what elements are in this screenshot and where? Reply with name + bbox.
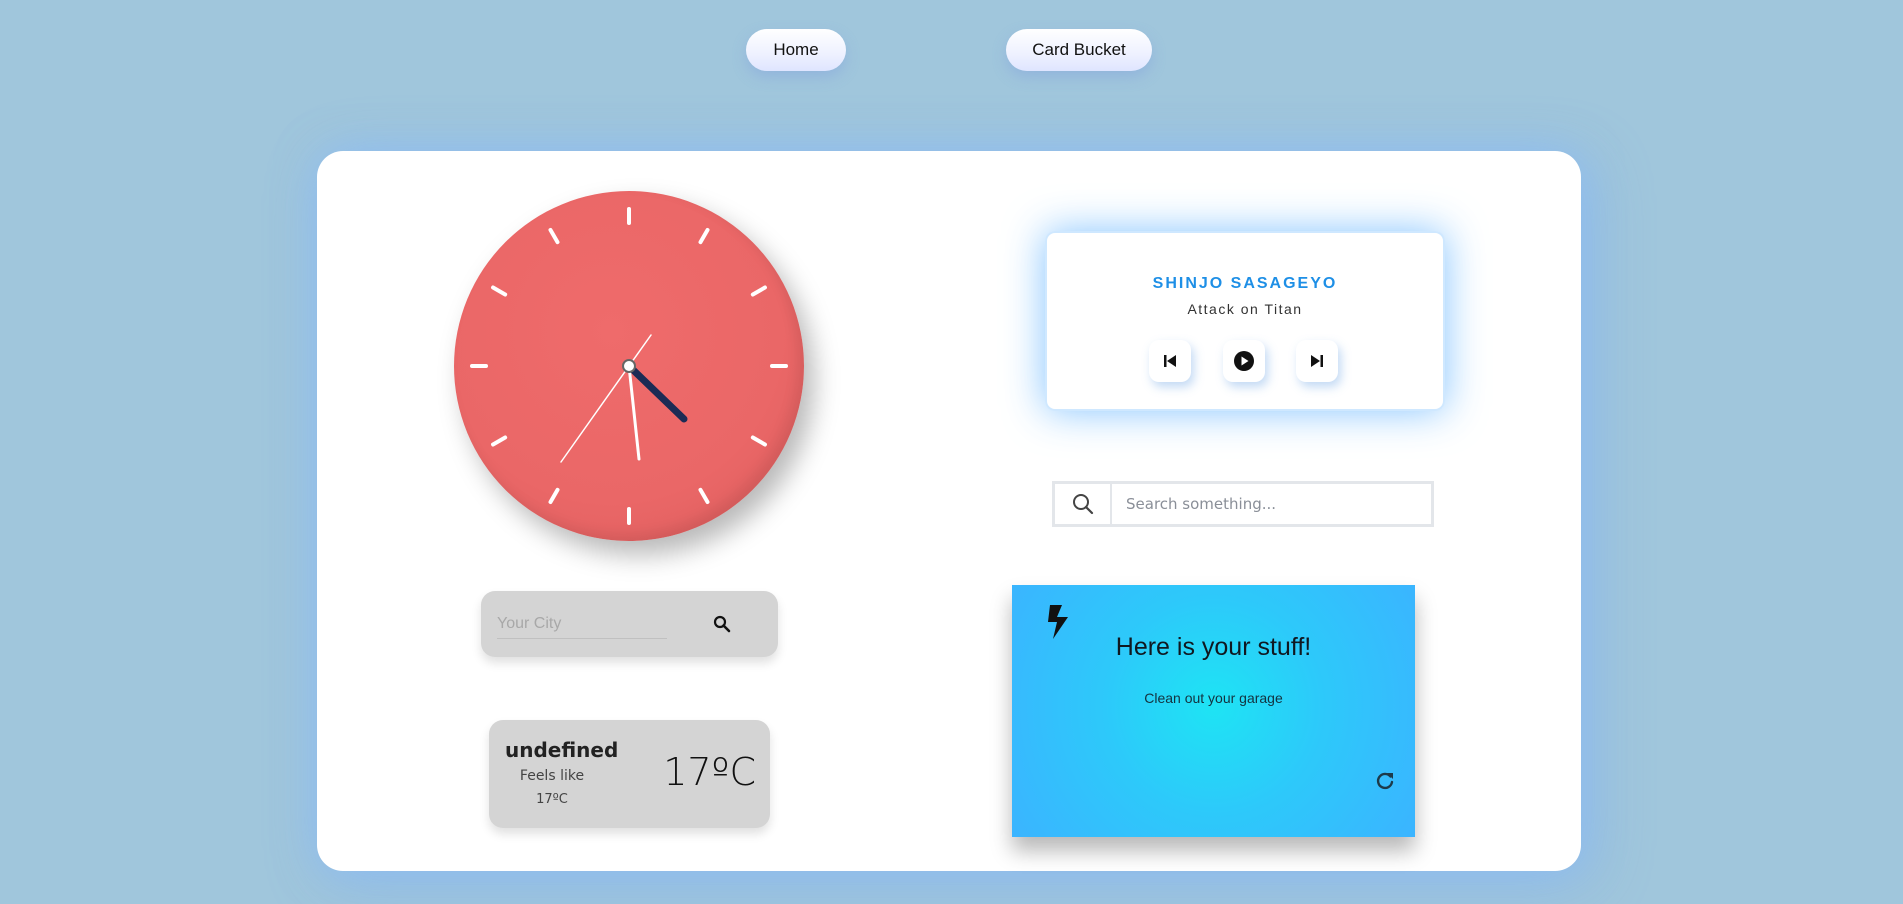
search-input[interactable]: [1112, 484, 1431, 524]
stuff-card: Here is your stuff! Clean out your garag…: [1012, 585, 1415, 837]
home-button[interactable]: Home: [746, 29, 846, 71]
song-title: SHINJO SASAGEYO: [1152, 275, 1338, 292]
previous-icon: [1164, 355, 1176, 367]
song-artist: Attack on Titan: [1187, 301, 1303, 317]
hour-marker: [698, 228, 710, 245]
weather-city-name: undefined: [505, 738, 619, 762]
feels-like-label: Feels like: [519, 768, 585, 784]
clock-face: [470, 207, 788, 525]
city-search-button[interactable]: [709, 611, 735, 637]
search-button[interactable]: [1055, 484, 1112, 524]
hour-marker: [750, 435, 767, 447]
temperature: 17ºC: [663, 750, 756, 794]
feels-like-value: 17ºC: [536, 792, 568, 807]
refresh-icon: [1376, 772, 1394, 790]
hour-marker: [548, 228, 560, 245]
search-bar: [1052, 481, 1434, 527]
hour-marker: [698, 487, 710, 504]
weather-card: undefined Feels like 17ºC 17ºC: [489, 720, 770, 828]
hour-marker: [491, 285, 508, 297]
page: Home Card Bucket SHINJO SASAGEYO Attack …: [0, 0, 1903, 904]
analog-clock: [454, 191, 804, 541]
city-input[interactable]: [497, 609, 667, 639]
previous-track-button[interactable]: [1149, 340, 1191, 382]
play-icon: [1234, 351, 1254, 371]
play-button[interactable]: [1223, 340, 1265, 382]
stuff-subtitle: Clean out your garage: [1144, 690, 1283, 706]
stuff-title: Here is your stuff!: [1115, 633, 1312, 661]
music-player-card: SHINJO SASAGEYO Attack on Titan: [1045, 231, 1445, 411]
minute-hand: [627, 364, 641, 461]
search-icon: [713, 615, 731, 633]
refresh-button[interactable]: [1372, 768, 1398, 794]
city-search-box: [481, 591, 778, 657]
next-icon: [1311, 355, 1323, 367]
next-track-button[interactable]: [1296, 340, 1338, 382]
second-hand: [560, 365, 630, 463]
card-bucket-button[interactable]: Card Bucket: [1006, 29, 1152, 71]
clock-center: [622, 359, 636, 373]
hour-marker: [491, 435, 508, 447]
hour-marker: [548, 487, 560, 504]
hour-marker: [750, 285, 767, 297]
hour-hand: [625, 362, 688, 423]
search-icon: [1072, 494, 1093, 515]
